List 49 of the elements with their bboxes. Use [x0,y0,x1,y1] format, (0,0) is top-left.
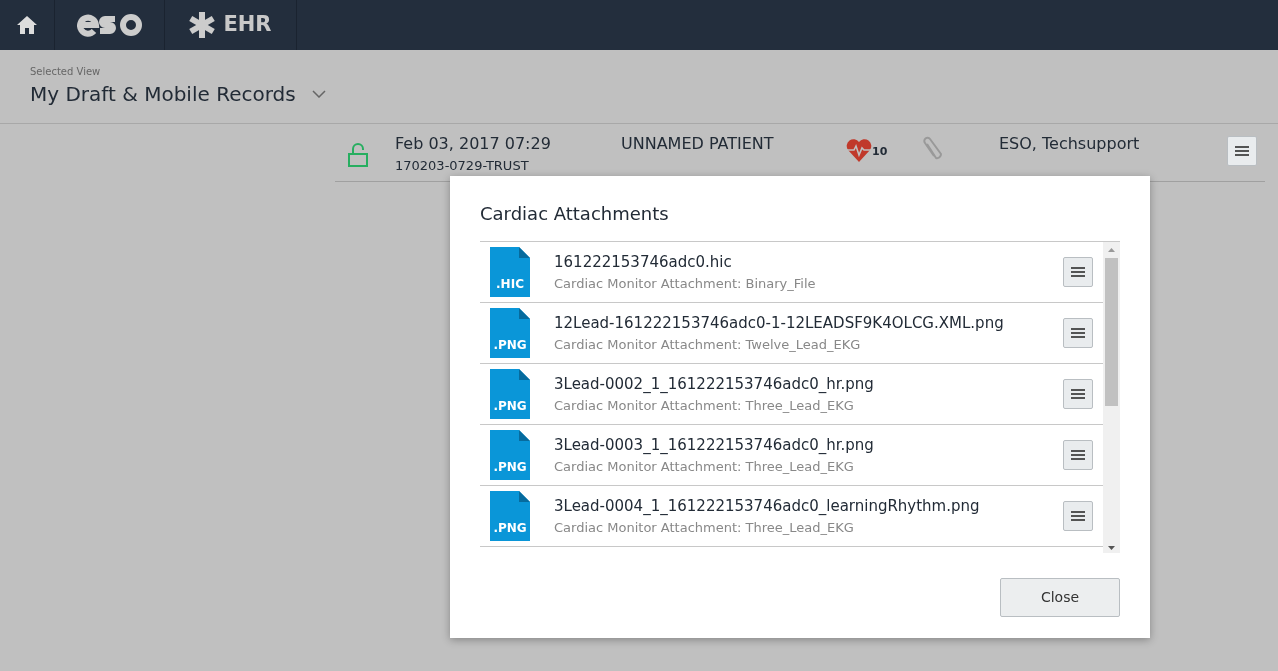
file-icon[interactable] [490,430,530,480]
file-name[interactable]: 3Lead-0003_1_161222153746adc0_hr.png [554,434,1063,457]
home-icon[interactable] [17,16,37,34]
attachment-menu-button[interactable] [1063,318,1093,348]
menu-icon [1071,389,1085,399]
menu-icon [1071,267,1085,277]
record-number: 170203-0729-TRUST [395,157,530,175]
file-extension: .PNG [492,398,528,415]
file-name[interactable]: 3Lead-0002_1_161222153746adc0_hr.png [554,373,1063,396]
attachment-type: Cardiac Monitor Attachment: Binary_File [554,274,817,293]
view-caption: Selected View [30,65,102,79]
close-button[interactable]: Close [1000,578,1120,617]
file-name[interactable]: 161222153746adc0.hic [554,251,1063,274]
file-icon[interactable] [490,491,530,541]
file-icon[interactable] [490,247,530,297]
file-extension: .PNG [492,459,528,476]
menu-icon [1071,511,1085,521]
file-name[interactable]: 12Lead-161222153746adc0-1-12LEADSF9K4OLCG.XML.png [554,312,1063,335]
attachment-menu-button[interactable] [1063,257,1093,287]
logo-icon[interactable] [76,13,143,37]
attachment-menu-button[interactable] [1063,440,1093,470]
view-title[interactable]: My Draft & Mobile Records [30,79,296,109]
record-author: ESO, Techsupport [999,134,1140,153]
chevron-down-icon[interactable] [311,90,326,98]
cardiac-count: 10 [872,144,888,160]
scrollbar[interactable] [1103,242,1120,553]
attachment-menu-button[interactable] [1063,379,1093,409]
menu-icon [1071,450,1085,460]
heart-rhythm-icon[interactable] [846,138,872,162]
attachment-type: Cardiac Monitor Attachment: Twelve_Lead_EKG [554,335,862,354]
record-menu-button[interactable] [1227,136,1257,166]
menu-icon [1235,146,1249,156]
file-extension: .HIC [495,276,525,293]
attachment-type: Cardiac Monitor Attachment: Three_Lead_EKG [554,518,855,537]
app-label[interactable]: EHR [223,9,272,41]
star-of-life-icon [189,12,216,38]
record-date: Feb 03, 2017 07:29 [395,133,552,155]
file-extension: .PNG [492,337,528,354]
attachment-type: Cardiac Monitor Attachment: Three_Lead_EKG [554,396,855,415]
patient-name: UNNAMED PATIENT [621,134,774,153]
dialog-title: Cardiac Attachments [480,202,670,226]
paperclip-icon[interactable] [921,136,943,162]
file-name[interactable]: 3Lead-0004_1_161222153746adc0_learningRhythm.png [554,495,1063,518]
attachment-type: Cardiac Monitor Attachment: Three_Lead_EKG [554,457,855,476]
file-icon[interactable] [490,369,530,419]
attachment-menu-button[interactable] [1063,501,1093,531]
file-extension: .PNG [492,520,528,537]
menu-icon [1071,328,1085,338]
file-icon[interactable] [490,308,530,358]
